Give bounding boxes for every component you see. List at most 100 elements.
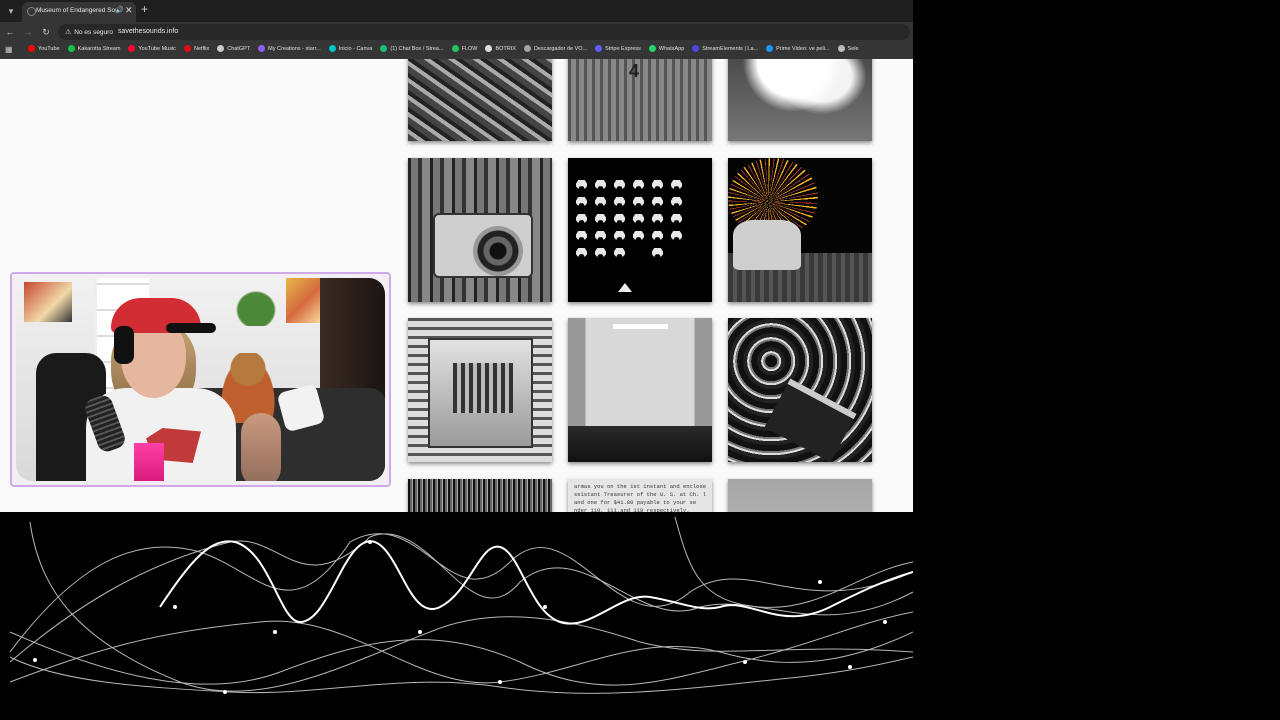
countdown-number: 4	[629, 61, 640, 81]
invader-sprite	[633, 197, 644, 206]
bookmark-item[interactable]: ChatGPT	[217, 45, 250, 52]
invader-sprite	[671, 197, 682, 206]
security-chip[interactable]: ⚠ No es seguro	[65, 28, 113, 36]
bookmark-item[interactable]: Inicio - Canva	[328, 45, 373, 52]
bookmark-item[interactable]: Descargador de VO...	[523, 45, 587, 52]
register-keys	[453, 363, 513, 413]
letter-line: and one for $41.80 payable to your se	[574, 499, 697, 506]
bookmark-item[interactable]: My Creations - starr...	[258, 45, 321, 52]
bookmark-favicon-icon	[523, 45, 531, 52]
bookmark-favicon-icon	[692, 45, 700, 52]
bookmark-label: My Creations - starr...	[268, 45, 321, 52]
bookmark-item[interactable]: Sele	[837, 45, 859, 52]
bookmark-favicon-icon	[28, 45, 35, 52]
bookmark-favicon-icon	[595, 45, 603, 52]
url-text[interactable]: savethesounds.info	[118, 28, 178, 35]
tab-search-icon[interactable]: ▾	[4, 4, 18, 18]
bookmark-favicon-icon	[67, 45, 75, 52]
browser-window: ▾ Museum of Endangered Sounds 🔊 ✕ + ← → …	[0, 0, 913, 512]
invader-sprite	[671, 231, 682, 240]
bookmark-item[interactable]: Stripe Express	[595, 45, 641, 52]
tab-strip: ▾ Museum of Endangered Sounds 🔊 ✕ +	[0, 0, 913, 22]
plant	[231, 286, 281, 326]
invader-sprite	[576, 248, 587, 257]
tile-empty-room[interactable]	[568, 318, 712, 462]
invader-sprite	[633, 180, 644, 189]
mic-light	[134, 443, 164, 481]
letter-line: ssistant Treasurer of the U. S. at Ch. l…	[574, 491, 706, 498]
tile-phone-fireworks[interactable]	[728, 158, 872, 302]
device-shape	[764, 378, 857, 462]
invader-sprite	[595, 231, 606, 240]
bookmark-favicon-icon	[648, 45, 656, 52]
invader-sprite	[652, 180, 663, 189]
letter-line: armas you on the 1st instant and enclose	[574, 483, 706, 490]
apps-grid-icon[interactable]: ▦	[5, 45, 13, 54]
tile-grey-panel[interactable]	[728, 479, 872, 512]
forward-button[interactable]: →	[22, 25, 34, 39]
security-label: No es seguro	[74, 29, 113, 36]
cap-brim	[166, 323, 216, 333]
bookmark-label: Stripe Express	[605, 45, 641, 52]
wave-line-1	[9, 533, 913, 653]
room-floor	[568, 426, 712, 462]
close-icon[interactable]: ✕	[125, 5, 133, 16]
audio-visualizer	[9, 516, 913, 694]
tile-curtain[interactable]	[408, 479, 552, 512]
globe-icon	[27, 7, 36, 16]
invader-sprite	[595, 197, 606, 206]
wave-line-6	[674, 516, 913, 608]
invader-sprite	[595, 180, 606, 189]
tile-film-countdown[interactable]: 4	[568, 59, 712, 141]
invader-sprite	[671, 180, 682, 189]
tile-typed-letter[interactable]: armas you on the 1st instant and enclose…	[568, 479, 712, 512]
bookmark-label: BOTRIX	[495, 45, 516, 52]
reload-button[interactable]: ↻	[40, 25, 52, 39]
wave-nodes	[33, 540, 887, 694]
bookmark-item[interactable]: Netflix	[183, 45, 209, 52]
bookmark-item[interactable]: YouTube	[28, 45, 60, 52]
tile-space-invaders[interactable]	[568, 158, 712, 302]
bookmark-favicon-icon	[451, 45, 459, 52]
tile-film-camera[interactable]	[408, 158, 552, 302]
webcam-feed	[16, 278, 385, 481]
tile-rotary-phone[interactable]	[408, 59, 552, 141]
tile-cloud[interactable]	[728, 59, 872, 141]
bookmark-item[interactable]: Kakarotta Stream	[67, 45, 120, 52]
invader-sprite	[614, 197, 625, 206]
invader-sprite	[652, 231, 663, 240]
warning-icon: ⚠	[65, 29, 72, 36]
tile-cash-register[interactable]	[408, 318, 552, 462]
tab-museum[interactable]: Museum of Endangered Sounds 🔊 ✕	[22, 2, 136, 22]
new-tab-button[interactable]: +	[141, 2, 148, 16]
bookmark-label: StreamElements | La...	[702, 45, 759, 52]
bookmark-label: YouTube Music	[138, 45, 176, 52]
bookmark-item[interactable]: FLOW	[451, 45, 478, 52]
wall-poster-left	[24, 282, 72, 322]
invader-sprite	[633, 214, 644, 223]
bookmark-favicon-icon	[217, 45, 225, 52]
camera-lens	[473, 226, 523, 276]
bookmark-favicon-icon	[258, 45, 266, 52]
address-bar[interactable]: ⚠ No es seguro savethesounds.info	[58, 24, 910, 40]
bookmark-label: YouTube	[38, 45, 60, 52]
bookmark-label: FLOW	[461, 45, 478, 52]
invader-sprite	[576, 231, 587, 240]
bookmark-item[interactable]: WhatsApp	[648, 45, 684, 52]
bookmark-item[interactable]: StreamElements | La...	[692, 45, 758, 52]
tile-marble-device[interactable]	[728, 318, 872, 462]
invader-sprite	[595, 214, 606, 223]
back-button[interactable]: ←	[4, 25, 16, 39]
tab-title: Museum of Endangered Sounds	[36, 7, 116, 14]
tattooed-arm	[241, 413, 281, 481]
bookmark-item[interactable]: (1) Chat Box / Strea...	[380, 45, 444, 52]
bookmark-label: ChatGPT	[227, 45, 251, 52]
bookmark-label: Inicio - Canva	[338, 45, 373, 52]
speaker-icon[interactable]: 🔊	[115, 6, 124, 14]
bookmark-item[interactable]: BOTRIX	[485, 45, 516, 52]
bookmark-item[interactable]: YouTube Music	[128, 45, 176, 52]
bookmark-item[interactable]: Prime Video: ve peli...	[766, 45, 830, 52]
player-ship	[618, 283, 632, 292]
bookmark-label: Sele	[847, 45, 859, 52]
bookmark-favicon-icon	[128, 45, 136, 52]
